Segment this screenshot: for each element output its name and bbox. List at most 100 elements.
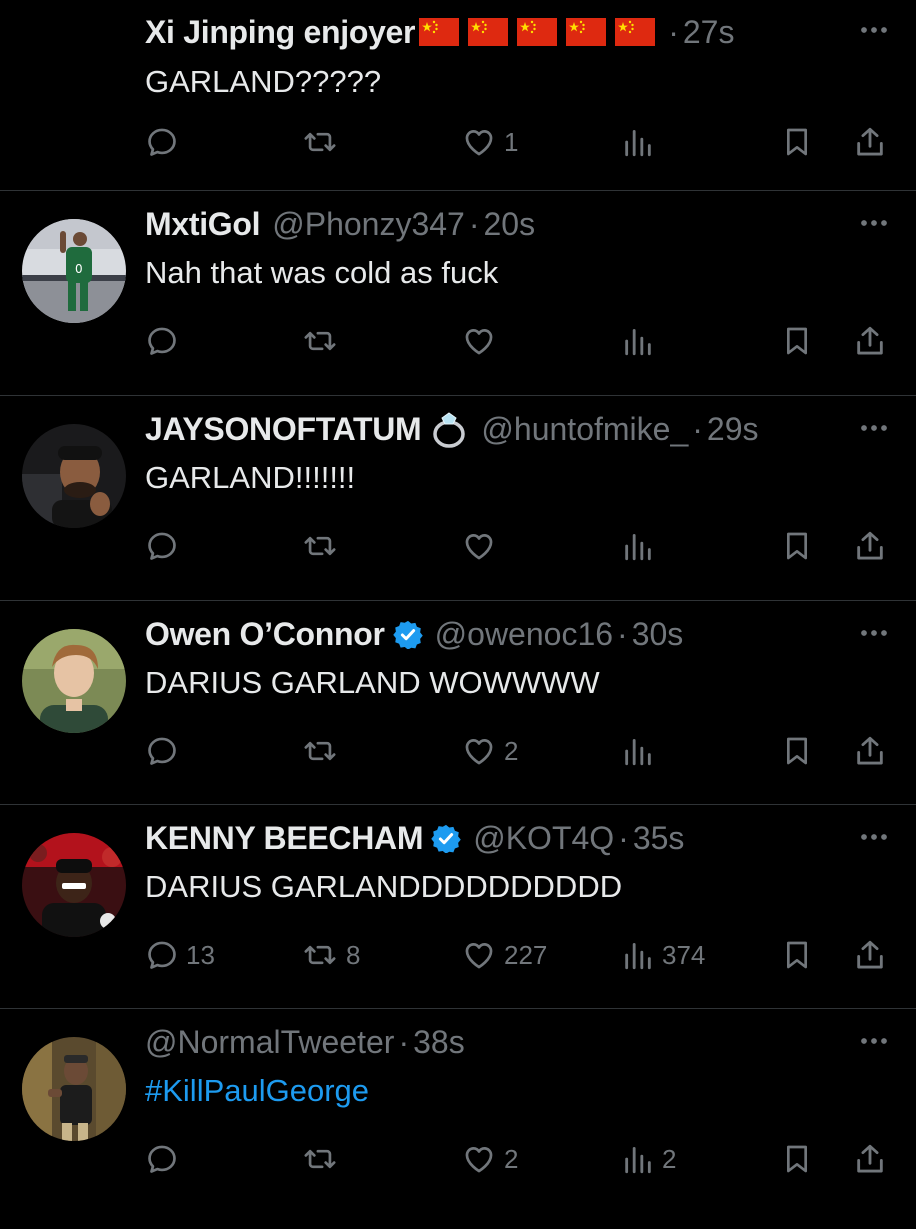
display-name[interactable]: MxtiGol bbox=[145, 204, 261, 244]
retweet-button[interactable] bbox=[301, 524, 346, 568]
tweet[interactable]: Owen O’Connor @owenoc16 · 30s DARIUS GAR… bbox=[0, 601, 916, 805]
flag-emojis bbox=[419, 18, 664, 46]
tweet-text: Nah that was cold as fuck bbox=[145, 255, 499, 290]
views-button[interactable] bbox=[621, 120, 662, 164]
views-button[interactable] bbox=[621, 729, 662, 773]
handle[interactable]: @Phonzy347 bbox=[272, 204, 465, 244]
avatar[interactable] bbox=[22, 833, 126, 937]
bookmark-button[interactable] bbox=[781, 120, 813, 164]
handle[interactable]: @KOT4Q bbox=[473, 818, 614, 858]
separator-dot: · bbox=[668, 14, 679, 50]
tweet-header: @NormalTweeter · 38s bbox=[145, 1022, 796, 1062]
views-button[interactable]: 374 bbox=[621, 933, 705, 977]
like-button[interactable]: 227 bbox=[461, 933, 547, 977]
display-name[interactable]: Owen O’Connor bbox=[145, 614, 385, 654]
hashtag-link[interactable]: #KillPaulGeorge bbox=[145, 1071, 876, 1111]
reply-count: 13 bbox=[186, 939, 215, 970]
tweet[interactable]: JAYSONOFTATUM @huntofmike_ · 29s GARLAND… bbox=[0, 396, 916, 601]
views-button[interactable] bbox=[621, 524, 662, 568]
timestamp[interactable]: 38s bbox=[413, 1022, 465, 1062]
share-button[interactable] bbox=[853, 729, 887, 773]
heart-icon bbox=[461, 529, 497, 563]
like-button[interactable] bbox=[461, 319, 504, 363]
views-icon bbox=[621, 529, 655, 563]
reply-button[interactable] bbox=[145, 319, 186, 363]
more-button[interactable] bbox=[856, 1031, 892, 1051]
more-button[interactable] bbox=[856, 827, 892, 847]
share-button[interactable] bbox=[853, 319, 887, 363]
reply-button[interactable]: 13 bbox=[145, 933, 215, 977]
separator-dot: · bbox=[692, 411, 703, 447]
share-button[interactable] bbox=[853, 524, 887, 568]
retweet-button[interactable] bbox=[301, 729, 346, 773]
retweet-button[interactable] bbox=[301, 120, 346, 164]
retweet-button[interactable] bbox=[301, 319, 346, 363]
bookmark-icon bbox=[781, 125, 813, 159]
like-button[interactable]: 1 bbox=[461, 120, 518, 164]
more-button[interactable] bbox=[856, 418, 892, 438]
share-button[interactable] bbox=[853, 933, 887, 977]
avatar[interactable] bbox=[22, 424, 126, 528]
tweet[interactable]: Xi Jinping enjoyer · 27s GARLAND????? 1 bbox=[0, 0, 916, 191]
retweet-button[interactable]: 8 bbox=[301, 933, 360, 977]
like-button[interactable]: 2 bbox=[461, 1137, 518, 1181]
handle[interactable]: @huntofmike_ bbox=[481, 409, 688, 449]
china-flag-emoji-icon bbox=[615, 18, 655, 46]
handle[interactable]: @NormalTweeter bbox=[145, 1022, 394, 1062]
like-button[interactable] bbox=[461, 524, 504, 568]
bookmark-button[interactable] bbox=[781, 524, 813, 568]
tweet[interactable]: @NormalTweeter · 38s #KillPaulGeorge 2 2 bbox=[0, 1009, 916, 1229]
verified-badge-icon bbox=[393, 619, 423, 649]
bookmark-button[interactable] bbox=[781, 729, 813, 773]
action-bar: 2 2 bbox=[145, 1137, 895, 1181]
handle[interactable]: @owenoc16 bbox=[435, 614, 613, 654]
tweet[interactable]: 0 MxtiGol @Phonzy347 · 20s Nah that was … bbox=[0, 191, 916, 396]
share-button[interactable] bbox=[853, 1137, 887, 1181]
more-button[interactable] bbox=[856, 20, 892, 40]
share-button[interactable] bbox=[853, 120, 887, 164]
display-name[interactable]: JAYSONOFTATUM bbox=[145, 409, 422, 449]
more-icon bbox=[859, 628, 889, 638]
share-icon bbox=[853, 529, 887, 563]
timestamp[interactable]: 27s bbox=[683, 12, 735, 52]
bookmark-button[interactable] bbox=[781, 319, 813, 363]
tweet-header: KENNY BEECHAM @KOT4Q · 35s bbox=[145, 818, 796, 858]
share-icon bbox=[853, 938, 887, 972]
more-button[interactable] bbox=[856, 623, 892, 643]
timestamp[interactable]: 29s bbox=[707, 409, 759, 449]
retweet-button[interactable] bbox=[301, 1137, 346, 1181]
more-icon bbox=[859, 25, 889, 35]
more-button[interactable] bbox=[856, 213, 892, 233]
view-count: 374 bbox=[662, 939, 706, 970]
retweet-icon bbox=[301, 938, 339, 972]
avatar[interactable] bbox=[22, 629, 126, 733]
retweet-icon bbox=[301, 125, 339, 159]
views-button[interactable]: 2 bbox=[621, 1137, 676, 1181]
reply-button[interactable] bbox=[145, 729, 186, 773]
action-bar: 13 8 227 374 bbox=[145, 933, 895, 977]
avatar-image bbox=[22, 833, 126, 937]
heart-icon bbox=[461, 324, 497, 358]
display-name[interactable]: Xi Jinping enjoyer bbox=[145, 12, 416, 52]
more-icon bbox=[859, 218, 889, 228]
reply-button[interactable] bbox=[145, 524, 186, 568]
tweet-header: Owen O’Connor @owenoc16 · 30s bbox=[145, 614, 796, 654]
like-button[interactable]: 2 bbox=[461, 729, 518, 773]
timestamp[interactable]: 30s bbox=[632, 614, 684, 654]
views-button[interactable] bbox=[621, 319, 662, 363]
avatar[interactable]: 0 bbox=[22, 219, 126, 323]
bookmark-icon bbox=[781, 1142, 813, 1176]
display-name[interactable]: KENNY BEECHAM bbox=[145, 818, 424, 858]
bookmark-button[interactable] bbox=[781, 933, 813, 977]
avatar[interactable] bbox=[22, 1037, 126, 1141]
share-icon bbox=[853, 1142, 887, 1176]
timestamp[interactable]: 20s bbox=[484, 204, 536, 244]
timestamp[interactable]: 35s bbox=[633, 818, 685, 858]
views-icon bbox=[621, 324, 655, 358]
bookmark-button[interactable] bbox=[781, 1137, 813, 1181]
reply-button[interactable] bbox=[145, 1137, 186, 1181]
reply-button[interactable] bbox=[145, 120, 186, 164]
tweet[interactable]: KENNY BEECHAM @KOT4Q · 35s DARIUS GARLAN… bbox=[0, 805, 916, 1009]
tweet-text: GARLAND????? bbox=[145, 64, 382, 99]
avatar-image bbox=[22, 629, 126, 733]
